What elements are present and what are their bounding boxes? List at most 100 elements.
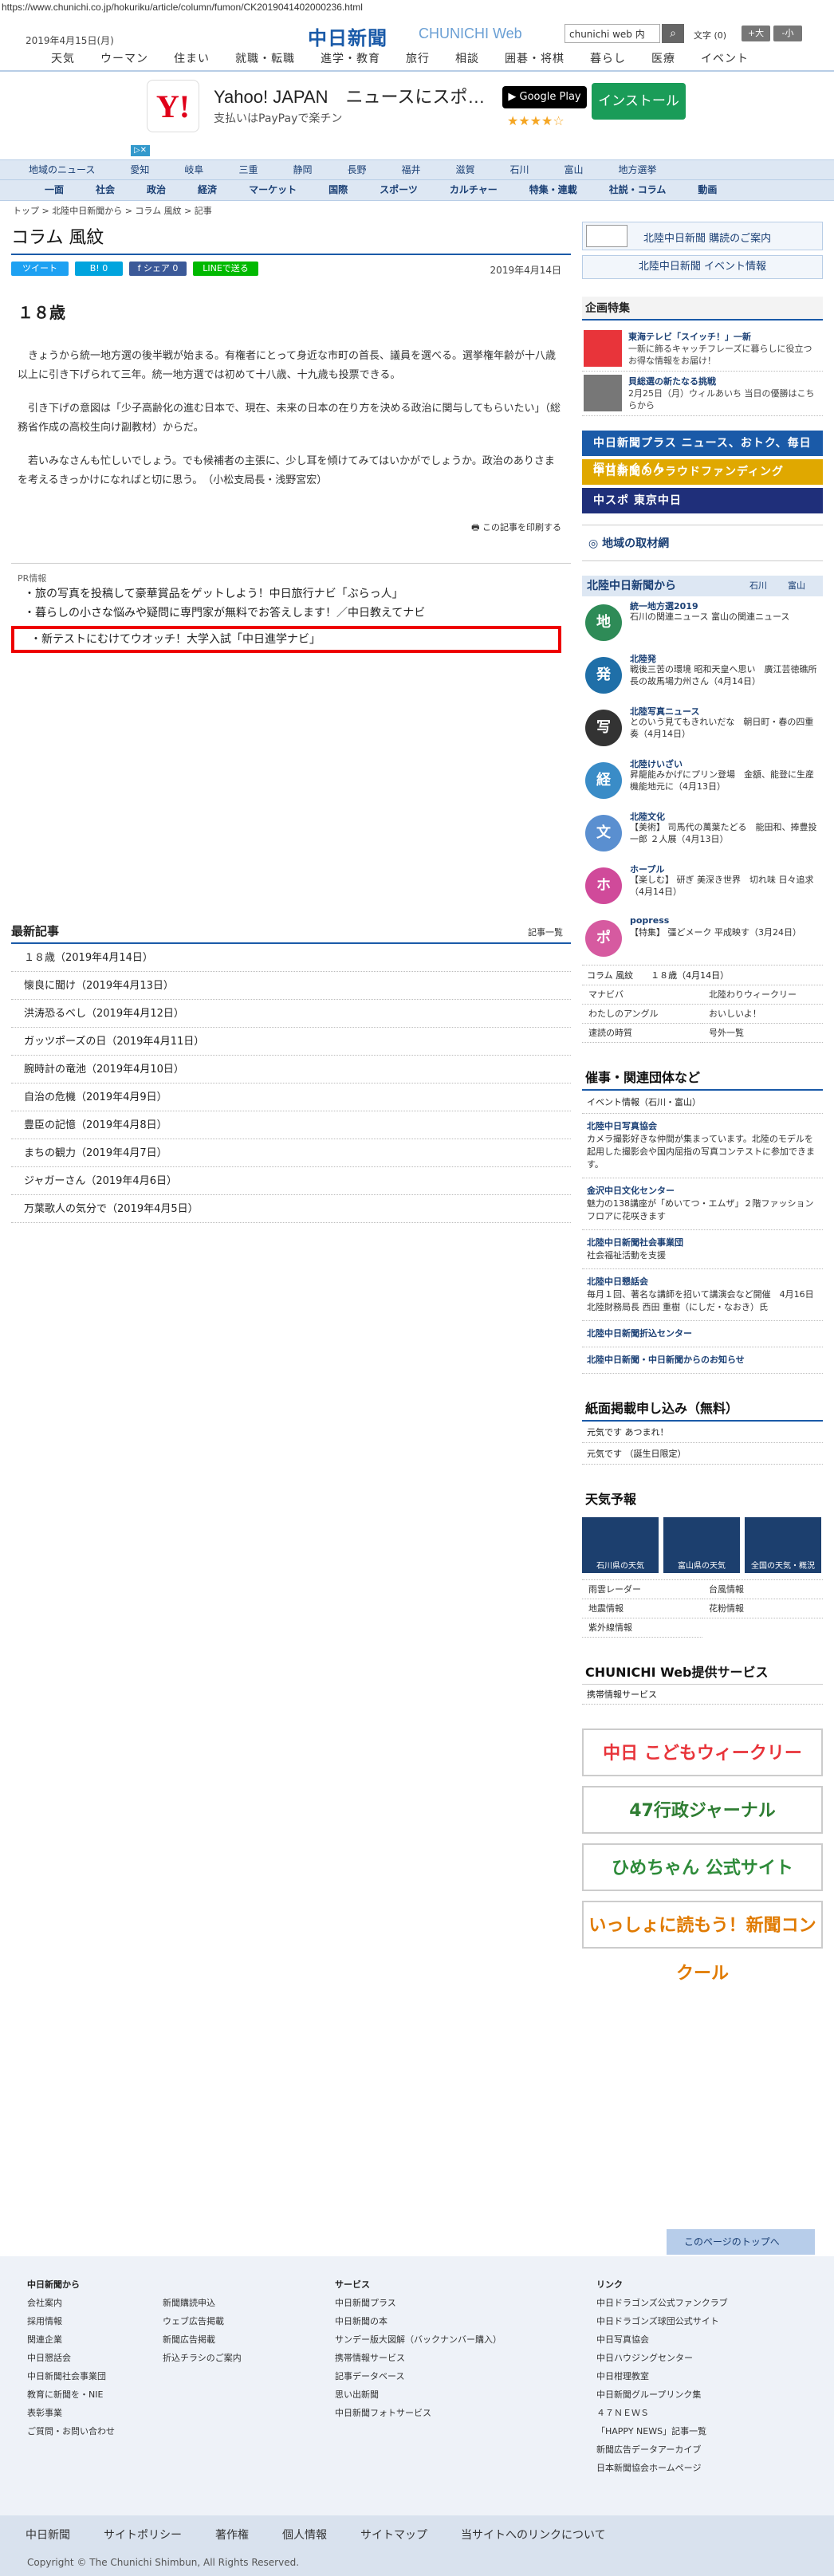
app-ad-banner[interactable]: Y! Yahoo! JAPAN ニュースにスポ… 支払いはPayPayで楽チン … xyxy=(0,72,834,159)
footer-link[interactable]: 中日ハウジングセンター xyxy=(596,2349,728,2367)
org-title[interactable]: 北陸中日新聞社会事業団 xyxy=(587,1237,818,1249)
org-item[interactable]: 金沢中日文化センター 魅力の138講座が「めいてつ・エムザ」２階ファッションフロア… xyxy=(582,1178,823,1230)
footer-bar-link[interactable]: 著作権 xyxy=(215,2527,249,2543)
region-nav-item[interactable]: 地方選挙 xyxy=(601,160,675,179)
feature-title[interactable]: 貝総選の新たなる挑戦 xyxy=(628,375,716,387)
local-network-link[interactable]: ◎ 地域の取材網 xyxy=(582,525,823,561)
section-item[interactable]: ホホープル 【楽しむ】 研ぎ 美深き世界 切れ味 日々追求（4月14日） xyxy=(582,859,823,912)
hatena-button[interactable]: B! 0 xyxy=(75,262,123,276)
region-nav-item[interactable]: 静岡 xyxy=(275,160,329,179)
footer-link[interactable]: ４７ＮＥＷＳ xyxy=(596,2404,728,2422)
footer-link[interactable]: 関連企業 xyxy=(27,2330,115,2349)
latest-article-item[interactable]: 懐良に聞け（2019年4月13日） xyxy=(11,972,571,1000)
search-button[interactable]: ⌕ xyxy=(662,24,684,43)
latest-article-item[interactable]: 自治の危機（2019年4月9日） xyxy=(11,1083,571,1111)
category-nav-item[interactable]: カルチャー xyxy=(434,180,513,200)
footer-link[interactable]: 中日新聞グループリンク集 xyxy=(596,2385,728,2404)
subscribe-link[interactable]: 北陸中日新聞 購読のご案内 xyxy=(582,222,823,250)
footer-link[interactable]: 中日新聞社会事業団 xyxy=(27,2367,115,2385)
footer-link[interactable]: 中日懇話会 xyxy=(27,2349,115,2367)
footer-link[interactable]: サンデー版大図解（バックナンバー購入） xyxy=(335,2330,502,2349)
global-nav-item[interactable]: ウーマン xyxy=(88,48,161,70)
footer-link[interactable]: 採用情報 xyxy=(27,2312,115,2330)
org-item[interactable]: 北陸中日懇話会 毎月１回、著名な講師を招いて講演会など開催 4月16日 北陸財務局… xyxy=(582,1269,823,1321)
pr-link-text[interactable]: 旅の写真を投稿して豪華賞品をゲットしよう！中日旅行ナビ「ぶらっ人」 xyxy=(35,588,403,600)
latest-article-item[interactable]: 万葉歌人の気分で（2019年4月5日） xyxy=(11,1195,571,1223)
pr-link[interactable]: ・暮らしの小さな悩みや疑問に専門家が無料でお答えします！／中日教えてナビ xyxy=(11,604,571,623)
latest-article-link[interactable]: ジャガーさん（2019年4月6日） xyxy=(24,1175,177,1187)
side-link[interactable]: わたしのアングル xyxy=(582,1005,702,1024)
back-to-top-label[interactable]: このページのトップへ xyxy=(684,2236,780,2248)
latest-article-link[interactable]: 洪涛恐るべし（2019年4月12日） xyxy=(24,1008,184,1020)
site-logo-en[interactable]: CHUNICHI Web xyxy=(419,26,522,42)
global-nav-item[interactable]: 相談 xyxy=(443,48,492,70)
region-nav-item[interactable]: 地域のニュース xyxy=(11,160,112,179)
footer-bar-link[interactable]: 中日新聞 xyxy=(26,2527,70,2543)
footer-link[interactable]: 中日ドラゴンズ公式ファンクラブ xyxy=(596,2294,728,2312)
section-item[interactable]: 発北陸発 戦後三苦の環境 昭和天皇へ思い 廣江芸徳礁所長の故馬場力州さん（4月14… xyxy=(582,649,823,702)
category-nav-item[interactable]: 国際 xyxy=(313,180,364,200)
tweet-button[interactable]: ツイート xyxy=(11,262,69,276)
global-nav-item[interactable]: 天気 xyxy=(38,48,88,70)
footer-link[interactable]: 「HAPPY NEWS」記事一覧 xyxy=(596,2422,728,2440)
footer-link[interactable]: 折込チラシのご案内 xyxy=(163,2349,242,2367)
pr-link-text[interactable]: 新テストにむけてウオッチ！大学入試「中日進学ナビ」 xyxy=(41,633,321,646)
footer-link[interactable]: 中日新聞の本 xyxy=(335,2312,502,2330)
section-item[interactable]: 地統一地方選2019 石川の関連ニュース 富山の関連ニュース xyxy=(582,596,823,649)
side-link[interactable]: 速読の時質 xyxy=(582,1024,702,1043)
feature-item[interactable]: 東海テレビ「スイッチ！」一新 一新に飾るキャッチフレーズに暮らしに役立つ お得な情… xyxy=(582,327,823,372)
facebook-share-button[interactable]: f シェア 0 xyxy=(129,262,187,276)
category-nav-item[interactable]: 特集・連載 xyxy=(513,180,593,200)
weather-link[interactable]: 花粉情報 xyxy=(702,1599,823,1618)
category-nav-item[interactable]: 動画 xyxy=(682,180,733,200)
org-title[interactable]: 北陸中日新聞・中日新聞からのお知らせ xyxy=(587,1354,818,1367)
promo-banner[interactable]: 中日新聞プラス ニュース、おトク、毎日探せもぐくん xyxy=(582,431,823,475)
latest-article-link[interactable]: 自治の危機（2019年4月9日） xyxy=(24,1091,167,1103)
feature-item[interactable]: 貝総選の新たなる挑戦 2月25日（月）ウィルあいち 当日の優勝はこちらから xyxy=(582,372,823,416)
footer-link[interactable]: 中日写真協会 xyxy=(596,2330,728,2349)
footer-bar-link[interactable]: サイトポリシー xyxy=(104,2527,182,2543)
latest-article-link[interactable]: １８歳（2019年4月14日） xyxy=(24,952,153,964)
weather-link[interactable]: 紫外線情報 xyxy=(582,1618,702,1638)
tab-ishikawa[interactable]: 石川 xyxy=(749,576,767,596)
footer-link[interactable]: 教育に新聞を・NIE xyxy=(27,2385,115,2404)
events-link[interactable]: 北陸中日新聞 イベント情報 xyxy=(582,255,823,279)
category-nav-item[interactable]: マーケット xyxy=(233,180,313,200)
line-share-button[interactable]: LINEで送る xyxy=(193,262,258,276)
global-nav-item[interactable]: 暮らし xyxy=(577,48,639,70)
weather-tile[interactable]: 富山県の天気 xyxy=(663,1517,740,1573)
section-item[interactable]: 文北陸文化 【美術】 司馬代の萬葉たどる 能田和、捧豊投一郎 ２人展（4月13日） xyxy=(582,807,823,859)
url-bar[interactable]: https://www.chunichi.co.jp/hokuriku/arti… xyxy=(0,0,834,16)
footer-link[interactable]: 新聞購読申込 xyxy=(163,2294,242,2312)
region-nav-item[interactable]: 三重 xyxy=(221,160,275,179)
org-title[interactable]: 金沢中日文化センター xyxy=(587,1185,818,1198)
breadcrumb[interactable]: トップ > 北陸中日新聞から > コラム 風紋 > 記事 xyxy=(13,204,212,217)
tab-toyama[interactable]: 富山 xyxy=(788,576,805,596)
latest-article-item[interactable]: ジャガーさん（2019年4月6日） xyxy=(11,1167,571,1195)
section-item[interactable]: 経北陸けいざい 昇龍能みかげにプリン登場 金額、能登に生産機能地元に（4月13日） xyxy=(582,754,823,807)
region-nav-item[interactable]: 福井 xyxy=(384,160,438,179)
latest-article-item[interactable]: １８歳（2019年4月14日） xyxy=(11,944,571,972)
org-item[interactable]: 北陸中日写真協会 カメラ撮影好きな仲間が集まっています。北陸のモデルを起用した撮影… xyxy=(582,1114,823,1178)
print-label[interactable]: この記事を印刷する xyxy=(482,522,561,533)
site-logo[interactable]: 中日新聞 xyxy=(308,22,387,50)
category-nav-item[interactable]: スポーツ xyxy=(364,180,434,200)
service-banner[interactable]: いっしょに読もう！新聞コンクール xyxy=(582,1901,823,1984)
event-info-link[interactable]: イベント情報（石川・富山） xyxy=(582,1091,823,1114)
subscribe-label[interactable]: 北陸中日新聞 購読のご案内 xyxy=(643,230,771,245)
footer-link[interactable]: 日本新聞協会ホームページ xyxy=(596,2459,728,2477)
region-nav-item[interactable]: 愛知 xyxy=(112,160,167,179)
global-nav-item[interactable]: 医療 xyxy=(639,48,688,70)
footer-link[interactable]: 中日新聞プラス xyxy=(335,2294,502,2312)
promo-banner[interactable]: 中スポ 東京中日 xyxy=(582,488,823,513)
footer-link[interactable]: 会社案内 xyxy=(27,2294,115,2312)
promo-banner[interactable]: 中日新聞のクラウドファンディング xyxy=(582,459,823,485)
service-banner[interactable]: 47行政ジャーナル xyxy=(582,1786,823,1834)
global-nav-item[interactable]: 旅行 xyxy=(393,48,443,70)
latest-article-item[interactable]: 豊臣の記憶（2019年4月8日） xyxy=(11,1111,571,1139)
weather-link[interactable]: 雨雲レーダー xyxy=(582,1580,702,1599)
footer-link[interactable]: 携帯情報サービス xyxy=(335,2349,502,2367)
global-nav-item[interactable]: イベント xyxy=(688,48,761,70)
article-list-link[interactable]: 記事一覧 xyxy=(528,926,563,938)
global-nav-item[interactable]: 進学・教育 xyxy=(308,48,393,70)
